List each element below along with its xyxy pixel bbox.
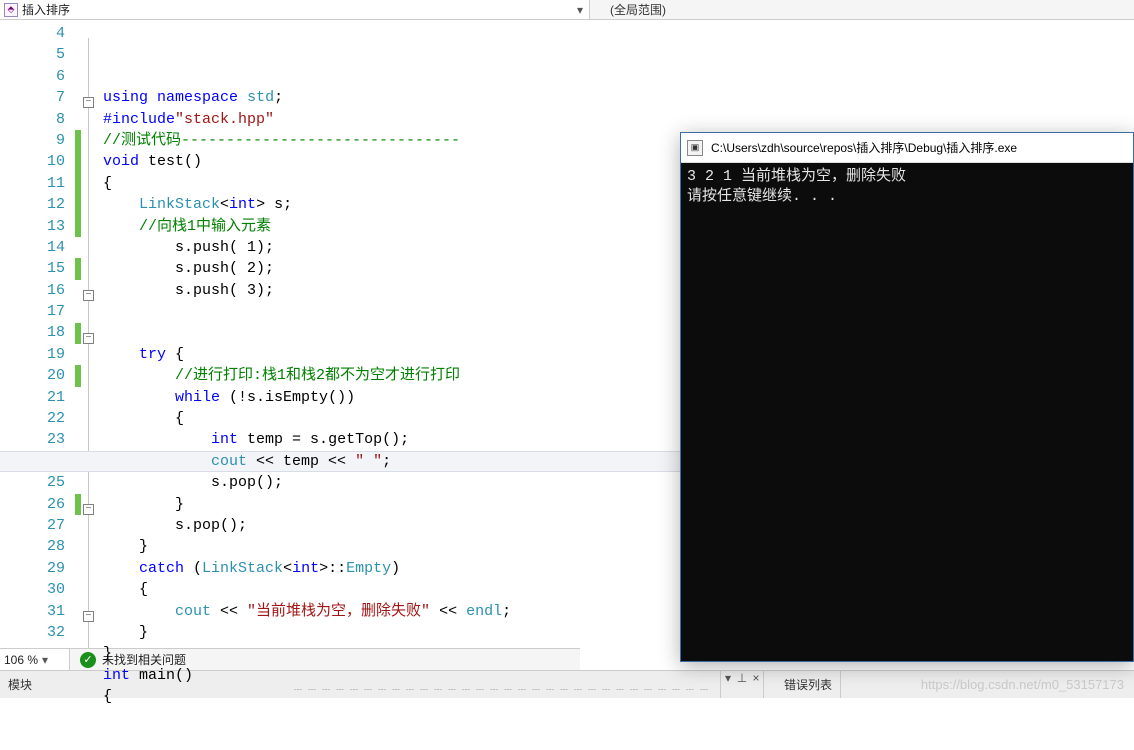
chevron-down-icon: ▾ <box>571 3 589 17</box>
line-number: 30 <box>0 579 65 600</box>
line-number: 14 <box>0 237 65 258</box>
chevron-down-icon: ▾ <box>38 653 52 667</box>
line-number: 18 <box>0 322 65 343</box>
scope-dropdown-function[interactable]: (全局范围) <box>590 1 666 18</box>
status-ok-icon: ✓ <box>80 652 96 668</box>
scope-file-label: 插入排序 <box>22 1 571 18</box>
line-number: 10 <box>0 151 65 172</box>
line-number: 27 <box>0 515 65 536</box>
watermark: https://blog.csdn.net/m0_53157173 <box>921 677 1124 692</box>
line-number: 23 <box>0 429 65 450</box>
line-number: 9 <box>0 130 65 151</box>
fold-toggle[interactable]: − <box>83 97 94 108</box>
fold-toggle[interactable]: − <box>83 333 94 344</box>
line-number: 16 <box>0 280 65 301</box>
line-number: 12 <box>0 194 65 215</box>
tab-modules-label: 模块 <box>8 676 32 693</box>
line-number: 7 <box>0 87 65 108</box>
scope-function-label: (全局范围) <box>610 1 666 18</box>
line-number: 21 <box>0 387 65 408</box>
line-number: 6 <box>0 66 65 87</box>
line-number-gutter: 4567891011121314151617181920212223242526… <box>0 20 75 650</box>
fold-column: − − − − − <box>81 20 103 650</box>
line-number: 8 <box>0 109 65 130</box>
line-number: 19 <box>0 344 65 365</box>
zoom-dropdown[interactable]: 106 % ▾ <box>0 649 70 670</box>
line-number: 13 <box>0 216 65 237</box>
fold-toggle[interactable]: − <box>83 611 94 622</box>
line-number: 17 <box>0 301 65 322</box>
line-number: 11 <box>0 173 65 194</box>
line-number: 32 <box>0 622 65 643</box>
line-number: 29 <box>0 558 65 579</box>
line-number: 25 <box>0 472 65 493</box>
line-number: 26 <box>0 494 65 515</box>
fold-toggle[interactable]: − <box>83 290 94 301</box>
line-number: 28 <box>0 536 65 557</box>
console-window[interactable]: ▣ C:\Users\zdh\source\repos\插入排序\Debug\插… <box>680 132 1134 662</box>
line-number: 20 <box>0 365 65 386</box>
line-number: 5 <box>0 44 65 65</box>
file-scope-icon: ⬘ <box>4 3 18 17</box>
line-number: 31 <box>0 601 65 622</box>
console-line-1: 3 2 1 当前堆栈为空，删除失败 <box>687 168 906 185</box>
console-titlebar[interactable]: ▣ C:\Users\zdh\source\repos\插入排序\Debug\插… <box>681 133 1133 163</box>
console-line-2: 请按任意键继续. . . <box>687 188 837 205</box>
console-title: C:\Users\zdh\source\repos\插入排序\Debug\插入排… <box>711 139 1017 156</box>
line-number: 4 <box>0 23 65 44</box>
console-app-icon: ▣ <box>687 140 703 156</box>
line-number: 22 <box>0 408 65 429</box>
code-line[interactable]: using namespace std; <box>103 87 1134 108</box>
scope-dropdown-file[interactable]: ⬘ 插入排序 ▾ <box>0 0 590 19</box>
scope-bar: ⬘ 插入排序 ▾ (全局范围) <box>0 0 1134 20</box>
line-number: 15 <box>0 258 65 279</box>
fold-toggle[interactable]: − <box>83 504 94 515</box>
zoom-value: 106 % <box>4 653 38 667</box>
code-line[interactable]: #include"stack.hpp" <box>103 109 1134 130</box>
console-output: 3 2 1 当前堆栈为空，删除失败 请按任意键继续. . . <box>681 163 1133 661</box>
